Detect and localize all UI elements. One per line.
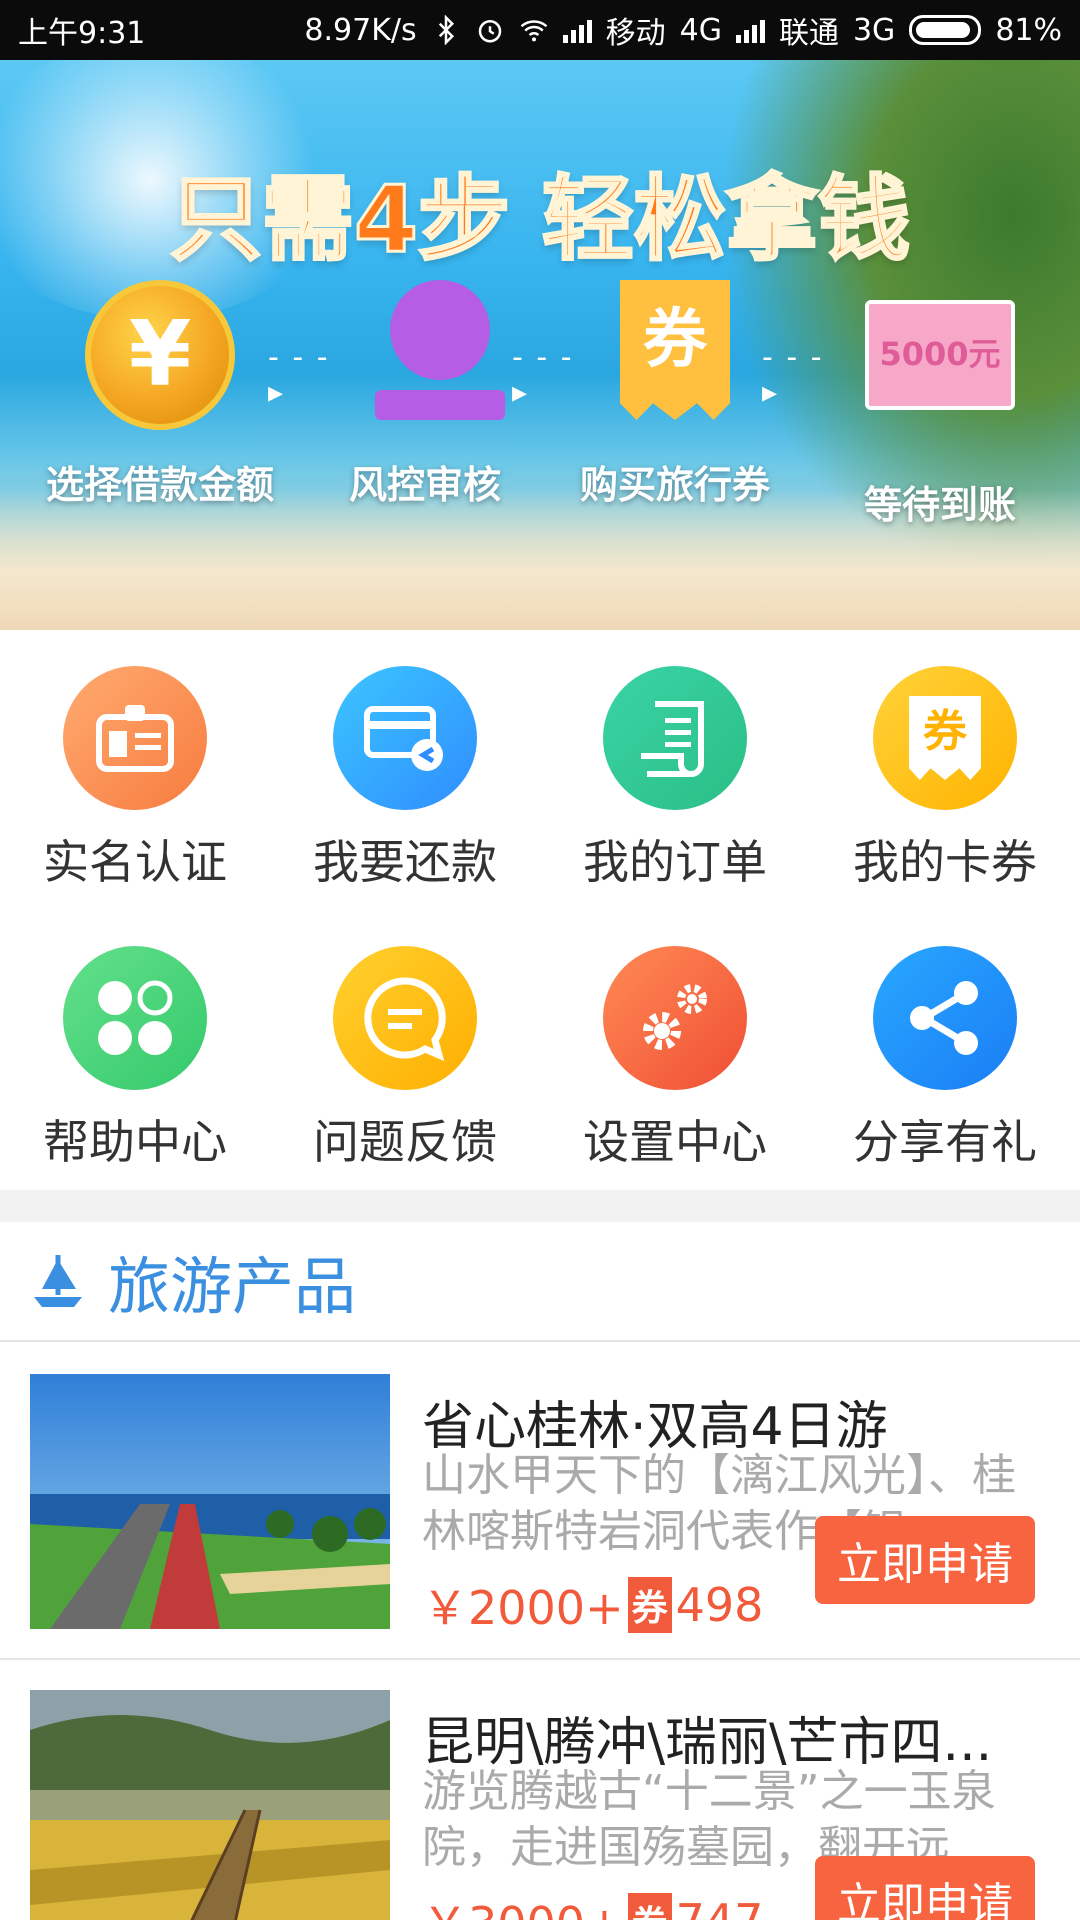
menu-item-label: 实名认证 [43, 835, 227, 889]
promo-banner[interactable]: 只需4步 轻松拿钱 ¥ 选择借款金额 - - - ▸ 风控审核 - - - ▸ … [0, 60, 1080, 630]
order-list-icon [603, 666, 747, 810]
menu-item-orders[interactable]: 我的订单 [540, 666, 810, 892]
step-label: 等待到账 [863, 483, 1016, 527]
bluetooth-icon [438, 15, 454, 45]
menu-grid: 实名认证 我要还款 我的订单 券 我的卡券 帮助中心 问题反馈 设置中心 分享有… [0, 630, 1080, 1190]
price-amount: ￥2000+ [422, 1581, 624, 1635]
menu-item-label: 我的卡券 [853, 835, 1037, 889]
product-price: ￥3000+ 券 747 [422, 1888, 763, 1920]
menu-item-label: 问题反馈 [313, 1115, 497, 1169]
signal-icon [562, 17, 592, 43]
sailboat-icon [34, 1255, 82, 1307]
carrier-1: 移动 [605, 16, 666, 51]
share-icon [873, 946, 1017, 1090]
id-card-icon [63, 666, 207, 810]
clover-icon [63, 946, 207, 1090]
section-divider [0, 1190, 1080, 1222]
menu-item-settings[interactable]: 设置中心 [540, 946, 810, 1172]
yuan-coin-icon: ¥ [85, 280, 235, 430]
menu-item-share[interactable]: 分享有礼 [810, 946, 1080, 1172]
ticket-icon: 券 [600, 280, 750, 430]
coupon-icon: 券 [873, 666, 1017, 810]
price-coupon-amount: 498 [675, 1578, 764, 1632]
travel-section-header: 旅游产品 [0, 1222, 1080, 1342]
coupon-badge: 券 [627, 1893, 672, 1920]
menu-item-label: 我的订单 [583, 835, 767, 889]
network-type-2: 3G [852, 12, 896, 48]
step-label: 选择借款金额 [45, 463, 274, 507]
network-speed: 8.97K/s [304, 12, 417, 48]
menu-item-label: 我要还款 [313, 835, 497, 889]
step-4: 5000元 等待到账 [810, 280, 1070, 529]
signal-icon-2 [735, 17, 765, 43]
gears-icon [603, 946, 747, 1090]
menu-item-label: 设置中心 [583, 1115, 767, 1169]
menu-item-label: 帮助中心 [43, 1115, 227, 1169]
product-price: ￥2000+ 券 498 [422, 1572, 763, 1638]
status-time: 上午9:31 [18, 16, 146, 51]
battery-level: 81% [995, 12, 1062, 48]
step-1: ¥ 选择借款金额 [30, 280, 290, 509]
product-image-yunnan [30, 1690, 390, 1920]
status-right: 8.97K/s 移动 4G 联通 3G 81% [304, 8, 1062, 52]
alarm-icon [478, 20, 501, 43]
menu-item-feedback[interactable]: 问题反馈 [270, 946, 540, 1172]
product-image-guilin [30, 1374, 390, 1629]
product-item[interactable]: 昆明\腾冲\瑞丽\芒市四... 游览腾越古“十二景”之一玉泉院，走进国殇墓园，翻… [0, 1660, 1080, 1920]
wifi-icon [520, 20, 547, 42]
menu-item-label: 分享有礼 [853, 1115, 1037, 1169]
product-item[interactable]: 省心桂林·双高4日游 山水甲天下的【漓江风光】、桂林喀斯特岩洞代表作【银 ￥20… [0, 1344, 1080, 1660]
card-return-icon [333, 666, 477, 810]
apply-now-button[interactable]: 立即申请 [815, 1856, 1035, 1920]
price-coupon-amount: 747 [676, 1894, 764, 1920]
coupon-badge: 券 [627, 1577, 672, 1633]
step-label: 购买旅行券 [579, 463, 770, 507]
section-title: 旅游产品 [108, 1250, 357, 1323]
stamp-icon [350, 280, 505, 430]
menu-item-repay[interactable]: 我要还款 [270, 666, 540, 892]
battery-icon [909, 15, 982, 45]
menu-item-real-name[interactable]: 实名认证 [0, 666, 270, 892]
menu-item-help[interactable]: 帮助中心 [0, 946, 270, 1172]
chat-bubble-icon [333, 946, 477, 1090]
status-bar: 上午9:31 8.97K/s 移动 4G 联通 3G 81% [0, 0, 1080, 60]
price-amount: ￥3000+ [422, 1888, 624, 1920]
carrier-2: 联通 [778, 16, 839, 51]
apply-now-button[interactable]: 立即申请 [815, 1516, 1035, 1604]
network-type-1: 4G [679, 12, 722, 48]
menu-item-coupons[interactable]: 券 我的卡券 [810, 666, 1080, 892]
step-label: 风控审核 [348, 463, 501, 507]
banner-steps: ¥ 选择借款金额 - - - ▸ 风控审核 - - - ▸ 券 购买旅行券 - … [0, 280, 1080, 580]
banner-title: 只需4步 轻松拿钱 [168, 165, 911, 275]
cash-stack-icon: 5000元 [865, 300, 1015, 450]
